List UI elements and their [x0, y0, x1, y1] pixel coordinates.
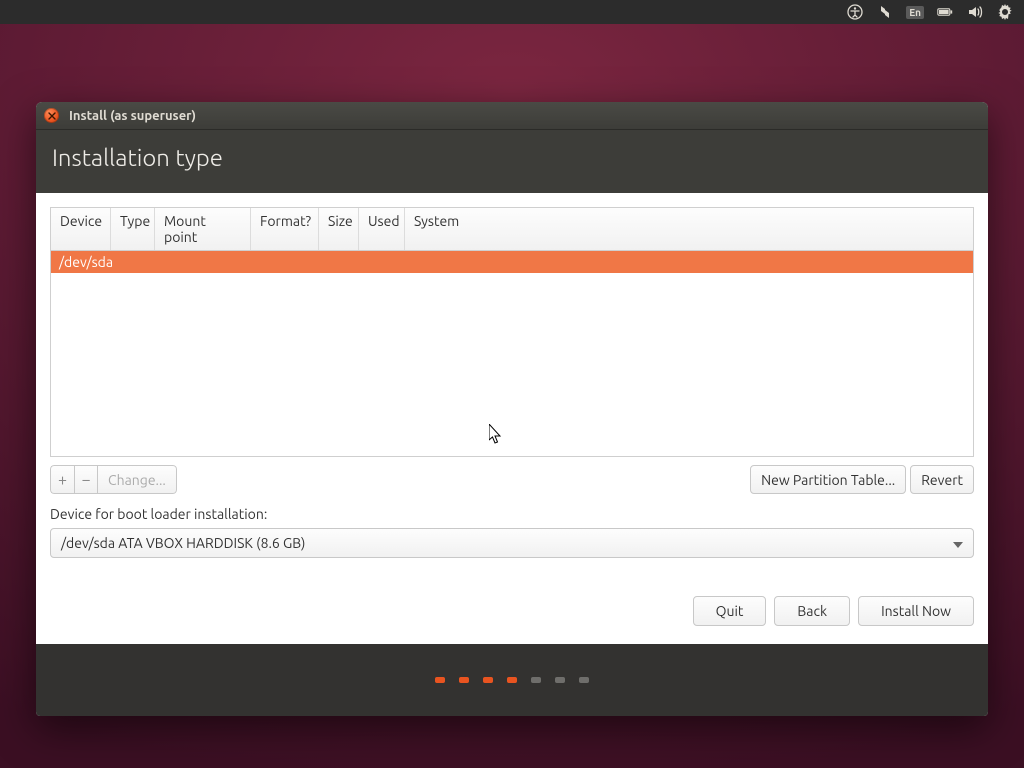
back-button[interactable]: Back	[774, 596, 850, 626]
progress-dot	[531, 677, 541, 683]
gear-icon[interactable]	[996, 3, 1014, 21]
chevron-down-icon	[953, 535, 963, 551]
add-partition-button[interactable]: +	[50, 465, 74, 494]
partition-table-header[interactable]: Device Type Mount point Format? Size Use…	[51, 208, 973, 251]
installer-window: Install (as superuser) Installation type…	[36, 102, 988, 716]
progress-dot	[459, 677, 469, 683]
window-title: Install (as superuser)	[69, 109, 196, 123]
wizard-nav: Quit Back Install Now	[50, 568, 974, 626]
progress-dots	[36, 644, 988, 716]
col-mountpoint[interactable]: Mount point	[155, 208, 251, 250]
volume-icon[interactable]	[966, 3, 984, 21]
accessibility-icon[interactable]	[846, 3, 864, 21]
partition-table[interactable]: Device Type Mount point Format? Size Use…	[50, 207, 974, 457]
close-icon[interactable]	[44, 108, 59, 123]
page-title: Installation type	[36, 130, 988, 193]
progress-dot	[483, 677, 493, 683]
progress-dot	[555, 677, 565, 683]
page-content: Device Type Mount point Format? Size Use…	[36, 193, 988, 644]
progress-dot	[435, 677, 445, 683]
bootloader-label: Device for boot loader installation:	[50, 506, 974, 522]
progress-dot	[507, 677, 517, 683]
quit-button[interactable]: Quit	[693, 596, 767, 626]
col-format[interactable]: Format?	[251, 208, 319, 250]
table-row[interactable]: /dev/sda	[51, 251, 973, 273]
system-top-panel: En	[0, 0, 1024, 24]
new-partition-table-button[interactable]: New Partition Table...	[750, 465, 906, 494]
battery-icon[interactable]	[936, 3, 954, 21]
change-partition-button[interactable]: Change...	[98, 465, 177, 494]
col-device[interactable]: Device	[51, 208, 111, 250]
keyboard-indicator[interactable]: En	[906, 6, 924, 19]
partition-toolbar: + − Change... New Partition Table... Rev…	[50, 465, 974, 494]
window-titlebar[interactable]: Install (as superuser)	[36, 102, 988, 130]
network-icon[interactable]	[876, 3, 894, 21]
bootloader-select[interactable]: /dev/sda ATA VBOX HARDDISK (8.6 GB)	[50, 528, 974, 558]
col-system[interactable]: System	[405, 208, 973, 250]
revert-button[interactable]: Revert	[910, 465, 974, 494]
col-used[interactable]: Used	[359, 208, 405, 250]
remove-partition-button[interactable]: −	[74, 465, 98, 494]
install-button[interactable]: Install Now	[858, 596, 974, 626]
progress-dot	[579, 677, 589, 683]
col-size[interactable]: Size	[319, 208, 359, 250]
col-type[interactable]: Type	[111, 208, 155, 250]
cell-device: /dev/sda	[51, 251, 121, 273]
bootloader-selected: /dev/sda ATA VBOX HARDDISK (8.6 GB)	[61, 535, 305, 551]
